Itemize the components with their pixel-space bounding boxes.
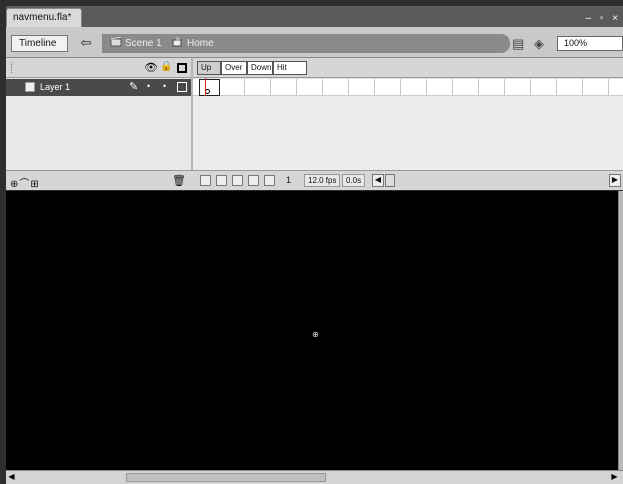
elapsed-time: 0.0s <box>342 174 366 187</box>
keyframe-cell[interactable] <box>199 79 220 96</box>
stage-horizontal-scrollbar[interactable]: ◀ ▶ <box>6 470 623 484</box>
scroll-thumb[interactable] <box>126 473 326 482</box>
current-frame: 1 <box>286 175 292 185</box>
outline-toggle[interactable] <box>177 82 187 92</box>
onion-outline-icon[interactable] <box>232 175 243 186</box>
registration-point-icon: ⊕ <box>312 330 319 339</box>
frame-label-up[interactable]: Up <box>197 61 221 75</box>
document-tab-label: navmenu.fla* <box>13 12 72 23</box>
frame-row[interactable] <box>193 79 623 96</box>
visibility-dot[interactable]: • <box>147 81 150 91</box>
symbol-icon <box>172 37 182 47</box>
zoom-select[interactable]: 100% <box>557 36 623 51</box>
onion-markers-icon[interactable] <box>264 175 275 186</box>
scroll-right-icon[interactable]: ▶ <box>609 472 620 483</box>
timeline-footer: ⊕⌒⊞ 🗑 1 12.0 fps 0.0s ◀ ▶ <box>6 170 623 190</box>
back-arrow-icon[interactable]: ⇦ <box>76 35 96 52</box>
add-layer-icon[interactable]: ⊕⌒⊞ <box>10 175 40 190</box>
scroll-left-button[interactable]: ◀ <box>372 174 384 187</box>
trash-icon[interactable]: 🗑 <box>172 174 186 187</box>
breadcrumb-scene[interactable]: Scene 1 <box>110 37 162 49</box>
scroll-right-button[interactable]: ▶ <box>609 174 621 187</box>
layer-icon <box>25 82 35 92</box>
window-controls[interactable]: – ▫ × <box>585 13 621 24</box>
center-frame-icon[interactable] <box>200 175 211 186</box>
timeline-panel: 👁 🔒 Up Over Down Hit Layer 1 ✎ • • ⊕⌒⊞ 🗑… <box>6 58 623 190</box>
pencil-icon: ✎ <box>129 81 139 93</box>
stage-vertical-scrollbar[interactable] <box>618 191 623 470</box>
panel-grip[interactable] <box>11 62 13 73</box>
layer-row[interactable]: Layer 1 ✎ • • <box>6 79 191 96</box>
edit-bar: Timeline ⇦ Scene 1 Home ▤ ◈ 100% <box>6 27 623 58</box>
scene-icon <box>110 37 122 47</box>
frame-area-empty <box>193 96 623 170</box>
edit-scene-icon[interactable]: ▤ <box>512 36 524 52</box>
document-tab[interactable]: navmenu.fla* <box>6 8 82 27</box>
lock-dot[interactable]: • <box>163 81 166 91</box>
breadcrumb-scene-label: Scene 1 <box>125 38 162 49</box>
frame-label-down[interactable]: Down <box>247 61 273 75</box>
eye-icon[interactable]: 👁 <box>144 61 158 74</box>
flash-window: navmenu.fla* – ▫ × Timeline ⇦ Scene 1 Ho… <box>0 0 623 484</box>
frame-label-hit[interactable]: Hit <box>273 61 307 75</box>
layer-name: Layer 1 <box>40 82 71 92</box>
scroll-left-icon[interactable]: ◀ <box>6 472 17 483</box>
stage[interactable]: ⊕ <box>6 191 618 470</box>
layer-list-empty <box>6 96 191 170</box>
layer-header: 👁 🔒 <box>6 58 191 78</box>
timeline-button[interactable]: Timeline <box>11 35 68 52</box>
breadcrumb: Scene 1 Home <box>102 34 510 53</box>
frame-label-over[interactable]: Over <box>221 61 247 75</box>
frame-header: Up Over Down Hit <box>193 58 623 78</box>
lock-icon[interactable]: 🔒 <box>160 61 172 72</box>
frame-rate[interactable]: 12.0 fps <box>304 174 341 187</box>
scroll-thumb[interactable] <box>385 174 395 187</box>
onion-skin-icon[interactable] <box>216 175 227 186</box>
outline-icon[interactable] <box>177 63 187 73</box>
edit-multiple-frames-icon[interactable] <box>248 175 259 186</box>
breadcrumb-symbol-label: Home <box>187 38 214 49</box>
breadcrumb-symbol[interactable]: Home <box>172 37 214 49</box>
edit-symbol-icon[interactable]: ◈ <box>534 36 544 52</box>
